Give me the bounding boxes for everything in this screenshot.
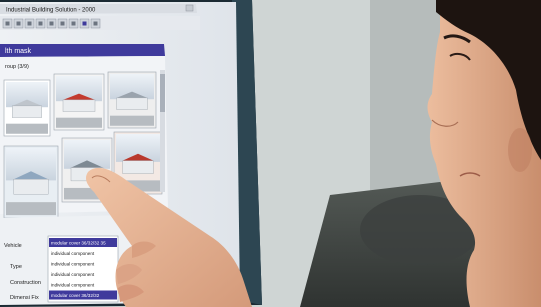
listbox-item[interactable]: individual component <box>51 272 95 277</box>
photo-scene: Industrial Building Solution - 2000 lth … <box>0 0 541 307</box>
window-title: Industrial Building Solution - 2000 <box>6 8 96 14</box>
save-icon[interactable] <box>24 18 35 29</box>
listbox-item[interactable]: modular cover 36/32/32 35 <box>49 238 117 247</box>
print-icon[interactable] <box>68 18 79 29</box>
field-label-dimension: Dimensi Fix <box>10 295 39 301</box>
thumb-warehouse-red-roof[interactable] <box>53 73 105 131</box>
svg-text:modular cover 36/32/32 35: modular cover 36/32/32 35 <box>51 241 106 246</box>
file-icon[interactable] <box>2 18 13 29</box>
scene-svg: Industrial Building Solution - 2000 lth … <box>0 0 541 307</box>
person-ear <box>508 128 532 172</box>
svg-text:modular cover 36/32/32: modular cover 36/32/32 <box>51 293 100 298</box>
svg-text:individual component: individual component <box>51 272 95 277</box>
listbox-item[interactable]: individual component <box>51 283 95 288</box>
svg-text:individual component: individual component <box>51 262 95 267</box>
close-icon[interactable] <box>185 4 194 12</box>
toolbar-icon-group <box>2 18 101 29</box>
field-label-construction: Construction <box>10 280 41 286</box>
open-icon[interactable] <box>13 18 24 29</box>
copy-icon[interactable] <box>46 18 57 29</box>
grid-icon[interactable] <box>79 18 90 29</box>
group-label: roup (3/9) <box>5 64 29 70</box>
panel-title: lth mask <box>5 48 32 55</box>
listbox-item[interactable]: individual component <box>51 262 95 267</box>
field-label-type: Type <box>10 264 22 270</box>
paste-icon[interactable] <box>57 18 68 29</box>
thumb-hall-side[interactable] <box>107 71 157 129</box>
listbox-item[interactable]: modular cover 36/32/32 <box>49 290 117 300</box>
panel-scrollbar-thumb[interactable] <box>160 74 165 112</box>
field-label-vehicle: Vehicle <box>4 243 22 249</box>
thumb-warehouse-white[interactable] <box>3 79 51 137</box>
cut-icon[interactable] <box>35 18 46 29</box>
help-icon[interactable] <box>90 18 101 29</box>
thumb-tent-hall[interactable] <box>3 145 59 219</box>
svg-text:individual component: individual component <box>51 283 95 288</box>
listbox-item[interactable]: individual component <box>51 251 95 256</box>
svg-text:individual component: individual component <box>51 251 95 256</box>
